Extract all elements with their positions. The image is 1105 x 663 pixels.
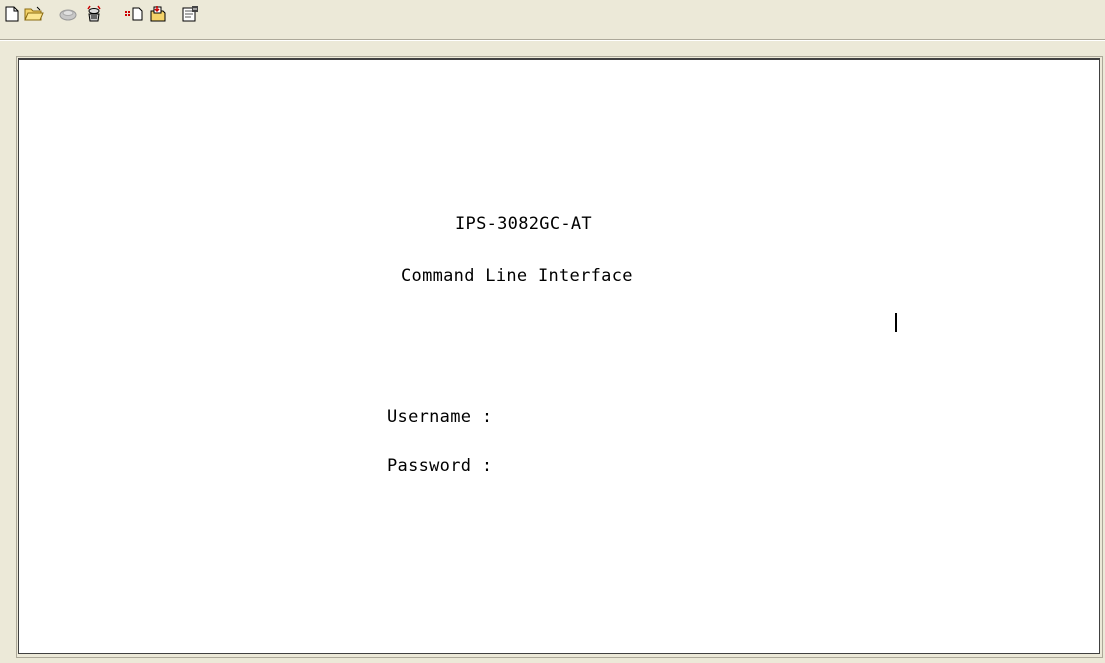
text-cursor	[895, 313, 897, 332]
connect-icon[interactable]	[84, 4, 104, 24]
device-model: IPS-3082GC-AT	[455, 214, 592, 234]
password-prompt: Password :	[387, 456, 493, 476]
toolbar-separator	[0, 40, 1105, 41]
open-folder-icon[interactable]	[24, 4, 44, 24]
properties-icon[interactable]	[180, 4, 200, 24]
toolbar	[0, 0, 1105, 40]
interface-title: Command Line Interface	[401, 266, 633, 286]
window-bottom-edge	[0, 658, 1105, 663]
username-prompt: Username :	[387, 407, 493, 427]
disconnect-icon[interactable]	[58, 4, 78, 24]
terminal-window[interactable]: IPS-3082GC-AT Command Line Interface Use…	[18, 58, 1100, 654]
new-file-icon[interactable]	[2, 4, 22, 24]
receive-icon[interactable]	[148, 4, 168, 24]
send-icon[interactable]	[124, 4, 144, 24]
